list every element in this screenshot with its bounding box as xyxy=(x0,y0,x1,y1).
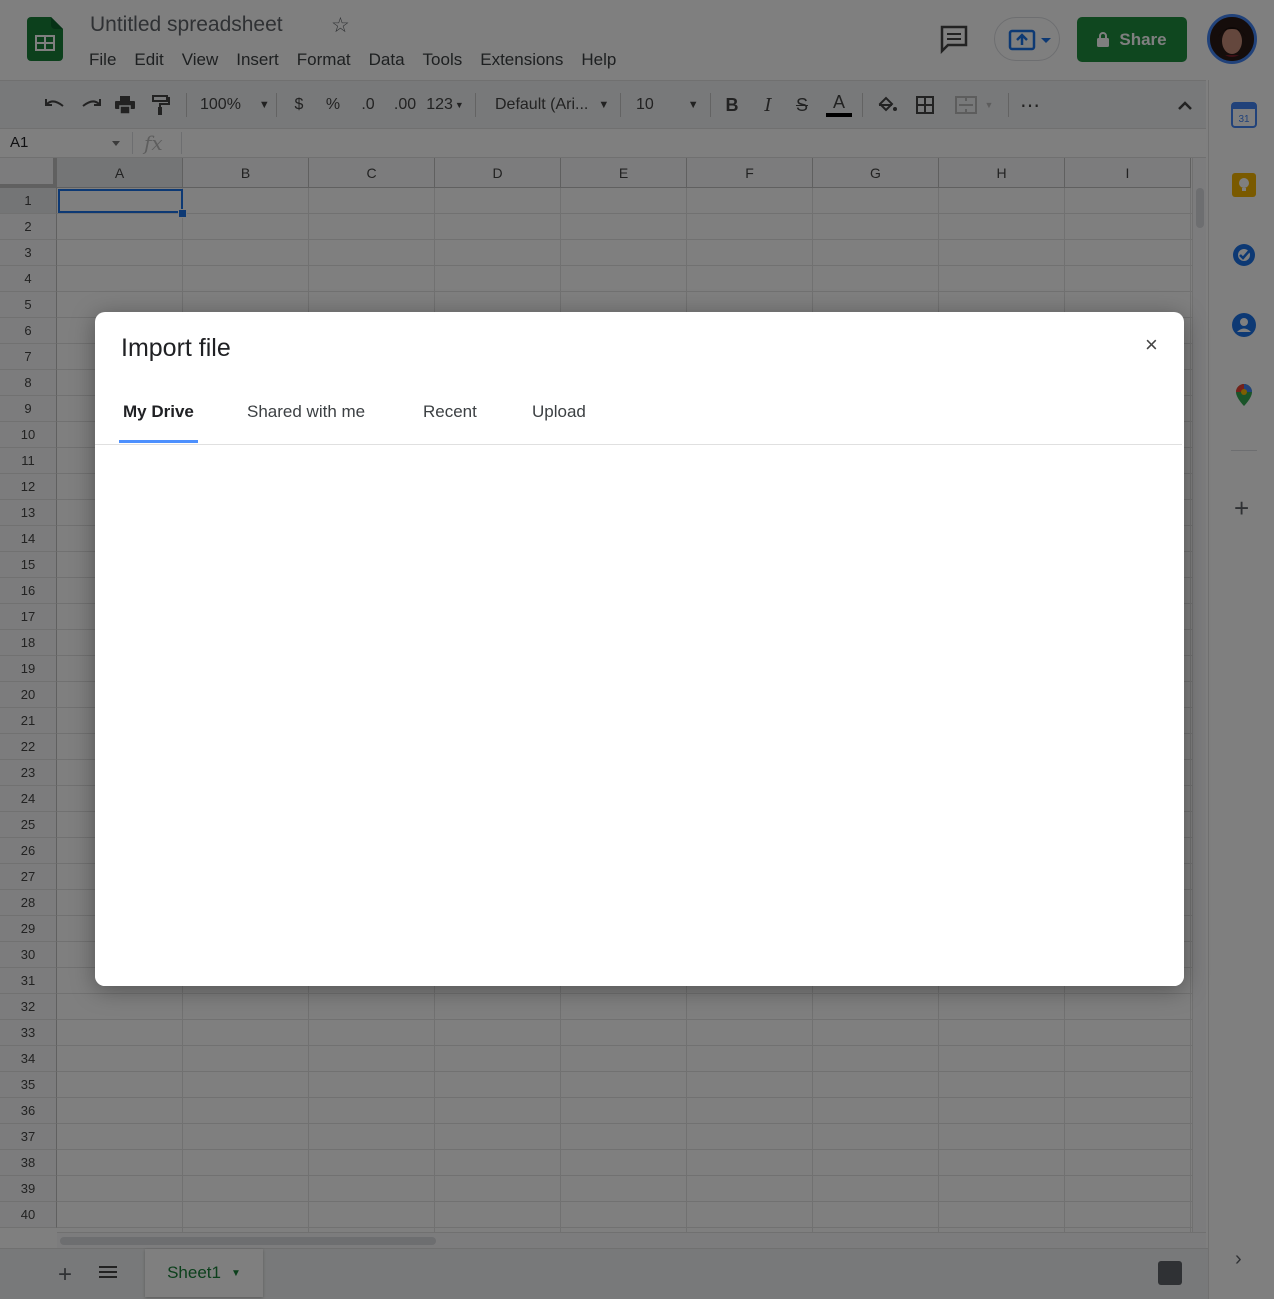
dialog-title: Import file xyxy=(121,334,231,362)
tab-my-drive[interactable]: My Drive xyxy=(119,402,198,422)
active-tab-indicator xyxy=(119,440,198,443)
import-file-dialog: Import file × My Drive Shared with me Re… xyxy=(95,312,1184,986)
tab-shared-with-me[interactable]: Shared with me xyxy=(243,402,369,422)
tab-upload[interactable]: Upload xyxy=(528,402,590,422)
tab-recent[interactable]: Recent xyxy=(419,402,481,422)
spreadsheet-app: Untitled spreadsheet ☆ File Edit View In… xyxy=(0,0,1274,1299)
close-icon[interactable]: × xyxy=(1145,332,1158,358)
dialog-content xyxy=(95,445,1184,986)
dialog-tabs: My Drive Shared with me Recent Upload xyxy=(95,392,1182,445)
